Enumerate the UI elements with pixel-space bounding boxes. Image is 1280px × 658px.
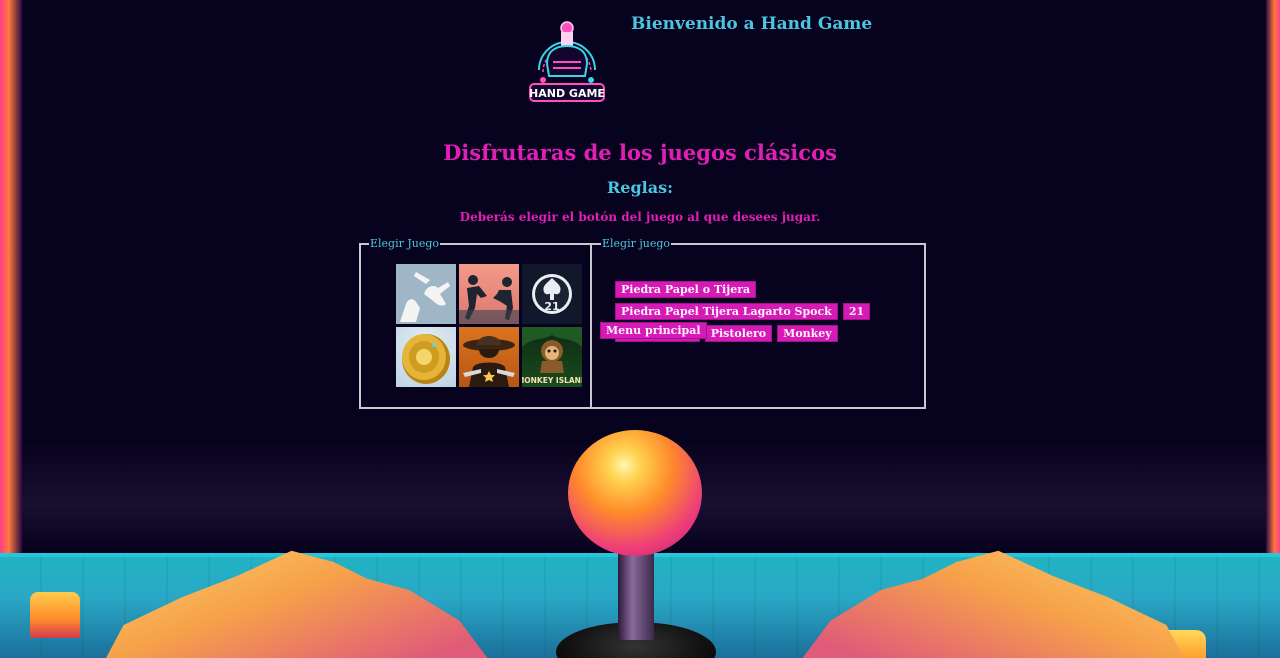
blackjack-caption: 21 xyxy=(544,300,559,313)
rules-title: Reglas: xyxy=(606,178,674,197)
welcome-title: Bienvenido a Hand Game xyxy=(631,14,873,34)
game-buttons-panel: Elegir juego Piedra Papel o Tijera Piedr… xyxy=(590,237,926,409)
hand-game-logo: HAND GAME xyxy=(527,20,607,104)
rules-text: Deberás elegir el botón del juego al que… xyxy=(459,210,821,224)
logo-text: HAND GAME xyxy=(529,87,605,100)
monkey-button[interactable]: Monkey xyxy=(777,325,838,342)
monkey-island-icon[interactable]: MONKEY ISLAND xyxy=(522,327,582,387)
blackjack-21-icon[interactable]: 21 xyxy=(522,264,582,324)
panel-legend: Elegir Juego xyxy=(369,237,441,251)
lagarto-spock-button[interactable]: Piedra Papel Tijera Lagarto Spock xyxy=(615,303,838,320)
rock-paper-scissors-hands-icon[interactable] xyxy=(396,264,456,324)
monkey-island-caption: MONKEY ISLAND xyxy=(522,376,582,385)
main-menu-button[interactable]: Menu principal xyxy=(600,322,707,339)
blackjack-21-button[interactable]: 21 xyxy=(842,303,871,320)
page-heading: Disfrutaras de los juegos clásicos xyxy=(443,140,837,165)
cowboy-gunslinger-icon[interactable] xyxy=(459,327,519,387)
piedra-papel-tijera-button[interactable]: Piedra Papel o Tijera xyxy=(615,281,757,298)
panel-legend: Elegir juego xyxy=(601,237,672,251)
pistolero-button[interactable]: Pistolero xyxy=(704,325,773,342)
game-thumbnails-panel: Elegir Juego 21 ONKEY ISLAN xyxy=(359,237,592,409)
golden-coin-icon[interactable] xyxy=(396,327,456,387)
page-content: HAND GAME Bienvenido a Hand Game Disfrut… xyxy=(0,0,1280,658)
duel-silhouettes-icon[interactable] xyxy=(459,264,519,324)
